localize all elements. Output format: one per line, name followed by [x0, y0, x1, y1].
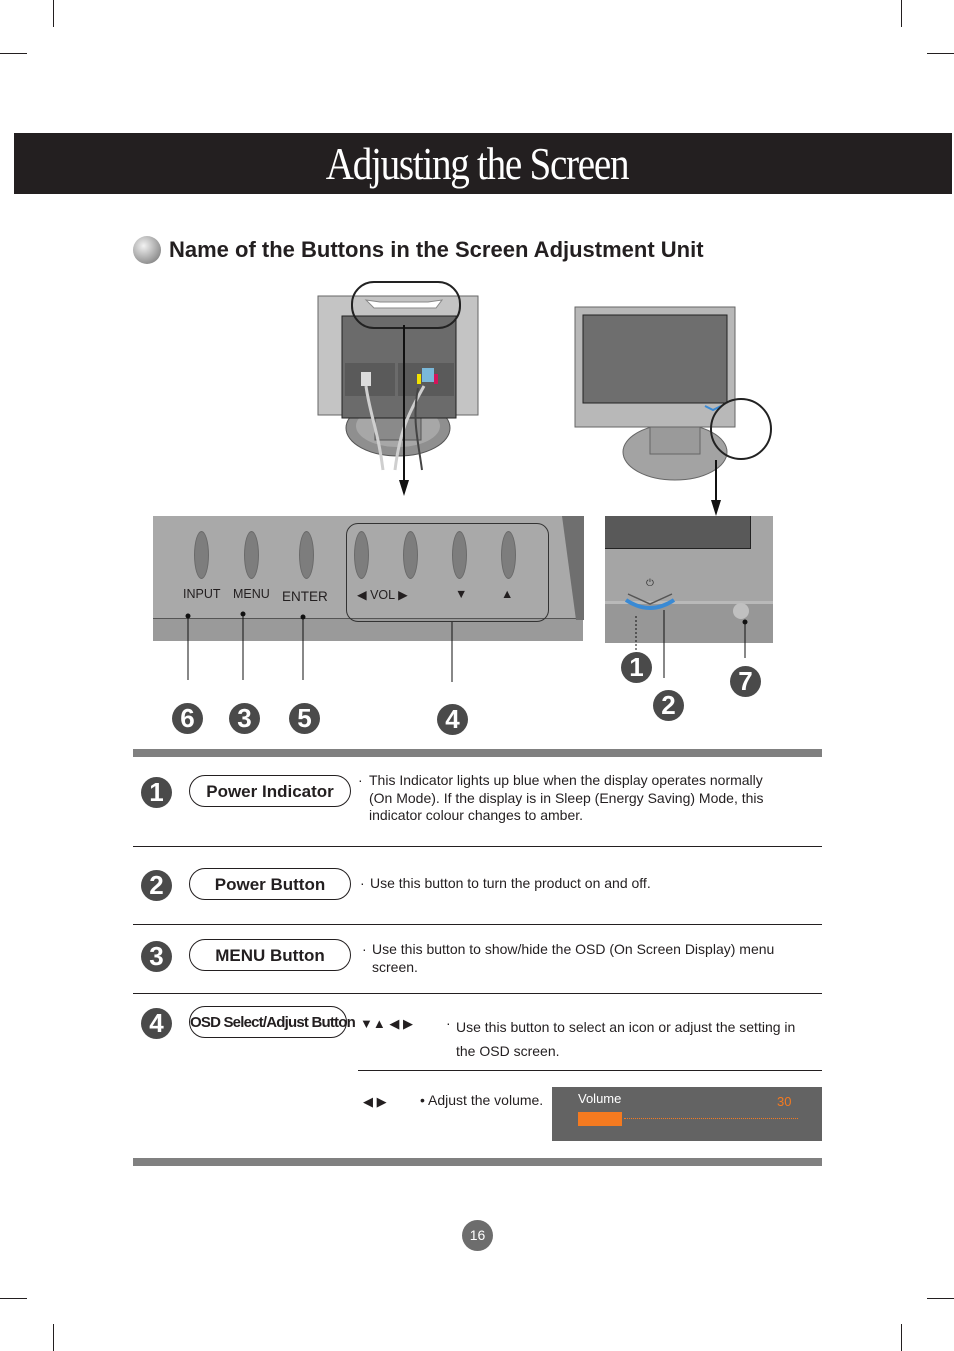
section-title: Name of the Buttons in the Screen Adjust…	[169, 237, 704, 262]
osd-arrows-icon: ▼▲ ◀ ▶	[360, 1016, 413, 1031]
menu-button[interactable]	[244, 531, 259, 579]
section-bullet-icon	[133, 236, 161, 264]
crop-mark	[901, 1324, 902, 1351]
page-title: Adjusting the Screen	[325, 138, 630, 189]
callout-6: 6	[172, 703, 203, 734]
table-top-rule	[133, 749, 822, 757]
down-label: ▼	[455, 587, 468, 601]
vol-group-frame	[346, 523, 549, 622]
row-divider	[133, 993, 822, 994]
row-divider	[133, 846, 822, 847]
callout-1: 1	[621, 652, 652, 683]
up-button[interactable]	[501, 531, 516, 579]
row-divider	[133, 924, 822, 925]
menu-label: MENU	[233, 587, 270, 601]
item-description-1: This Indicator lights up blue when the d…	[369, 772, 764, 823]
vol-label: ◀ VOL ▶	[357, 588, 408, 602]
rear-monitor-illustration	[317, 281, 479, 496]
vol-right-button[interactable]	[403, 531, 418, 579]
item-name-power-indicator: Power Indicator	[189, 775, 351, 807]
volume-arrows-icon: ◀ ▶	[363, 1094, 387, 1109]
item-name-menu-button: MENU Button	[189, 939, 351, 971]
callout-3: 3	[229, 703, 260, 734]
item-number-1: 1	[141, 777, 172, 808]
down-button[interactable]	[452, 531, 467, 579]
vol-left-button[interactable]	[354, 531, 369, 579]
osd-volume-value: 30	[777, 1094, 792, 1109]
power-symbol-icon: ⏻	[646, 578, 654, 589]
callout-7: 7	[730, 666, 761, 697]
volume-description: • Adjust the volume.	[420, 1092, 544, 1108]
bullet: ·	[360, 875, 365, 891]
crop-mark	[53, 0, 54, 27]
callout-4: 4	[437, 704, 468, 735]
enter-label: ENTER	[282, 589, 328, 604]
monitor-illustrations	[317, 281, 772, 516]
bullet: ·	[446, 1015, 451, 1031]
item-number-4: 4	[141, 1008, 172, 1039]
page-number: 16	[462, 1220, 493, 1251]
item-name-power-button: Power Button	[189, 868, 351, 900]
item-number-2: 2	[141, 870, 172, 901]
crop-mark	[53, 1324, 54, 1351]
crop-mark	[0, 1298, 27, 1299]
table-bottom-rule	[133, 1158, 822, 1166]
osd-volume-bar-track	[624, 1118, 798, 1119]
osd-volume-bar-fill	[578, 1112, 622, 1126]
front-monitor-illustration	[574, 306, 772, 516]
callout-5: 5	[289, 703, 320, 734]
enter-button[interactable]	[299, 531, 314, 579]
item-description-3: Use this button to show/hide the OSD (On…	[372, 941, 775, 975]
callout-2: 2	[653, 690, 684, 721]
front-screen-edge	[605, 516, 751, 549]
bullet: ·	[362, 941, 367, 957]
input-button[interactable]	[194, 531, 209, 579]
up-label: ▲	[501, 587, 514, 601]
crop-mark	[0, 53, 27, 54]
osd-volume-label: Volume	[578, 1091, 622, 1106]
bullet: ·	[358, 772, 363, 788]
item-description-4: Use this button to select an icon or adj…	[456, 1019, 796, 1059]
item-name-osd-select-adjust: OSD Select/Adjust Button	[189, 1006, 356, 1038]
row-divider	[358, 1070, 822, 1071]
crop-mark	[927, 53, 954, 54]
item-number-3: 3	[141, 941, 172, 972]
item-description-2: Use this button to turn the product on a…	[370, 875, 651, 891]
crop-mark	[901, 0, 902, 27]
input-label: INPUT	[183, 587, 221, 601]
crop-mark	[927, 1298, 954, 1299]
